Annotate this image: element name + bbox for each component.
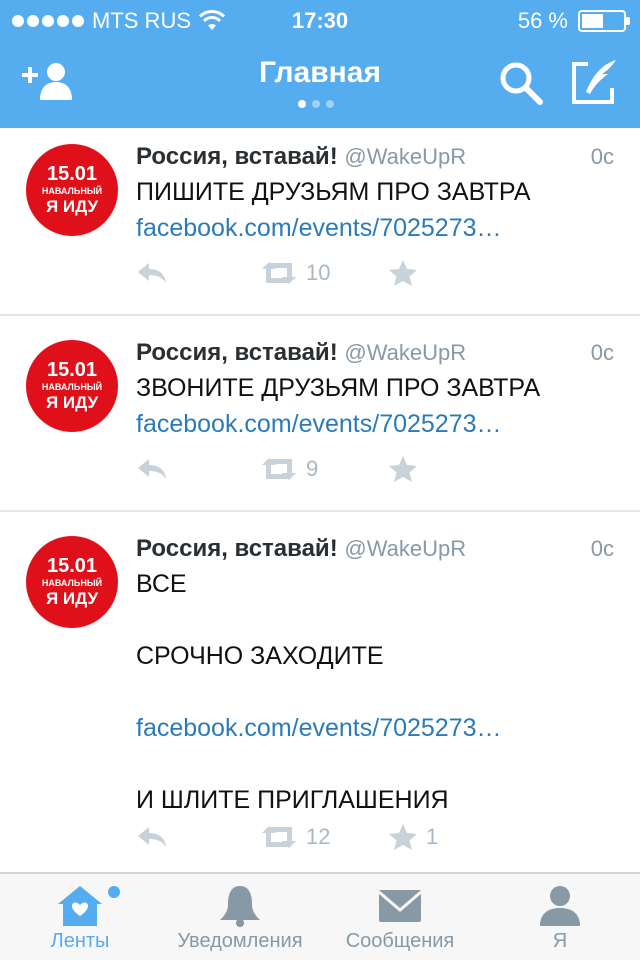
tweet-actions: 10 (136, 258, 616, 288)
tweet-actions: 12 1 (136, 822, 616, 852)
tweet[interactable]: 15.01 НАВАЛЬНЫЙ Я ИДУ Россия, вставай! @… (0, 324, 640, 512)
tweet-link[interactable]: facebook.com/events/7025273… (136, 210, 626, 246)
retweet-button[interactable]: 12 (260, 822, 330, 852)
retweet-button[interactable]: 9 (260, 454, 318, 484)
tweet-line (136, 674, 626, 710)
tweet-line: И ШЛИТЕ ПРИГЛАШЕНИЯ (136, 786, 449, 814)
tweet-line (136, 602, 626, 638)
author-name[interactable]: Россия, вставай! (136, 339, 338, 366)
author-handle[interactable]: @WakeUpR (344, 144, 466, 169)
tweet-header: Россия, вставай! @WakeUpR 0с (136, 338, 620, 368)
tweet-line: ПИШИТЕ ДРУЗЬЯМ ПРО ЗАВТРА (136, 178, 531, 206)
tab-home[interactable]: Ленты (0, 874, 160, 960)
avatar-date: 15.01 (46, 555, 98, 577)
favorite-count: 1 (426, 824, 439, 849)
tweet-link[interactable]: facebook.com/events/7025273… (136, 710, 626, 746)
reply-button[interactable] (136, 454, 168, 484)
tweet-line: ВСЕ (136, 570, 187, 598)
tweet-time: 0с (590, 340, 614, 365)
tab-notifications[interactable]: Уведомления (160, 874, 320, 960)
retweet-icon (262, 458, 296, 480)
page-indicator (298, 100, 334, 108)
retweet-count: 10 (306, 260, 331, 285)
profile-icon (540, 886, 580, 926)
avatar-slogan: Я ИДУ (45, 589, 99, 608)
avatar[interactable]: 15.01 НАВАЛЬНЫЙ Я ИДУ (26, 536, 118, 628)
avatar[interactable]: 15.01 НАВАЛЬНЫЙ Я ИДУ (26, 144, 118, 236)
page-dot (326, 100, 334, 108)
tweet-text: ЗВОНИТЕ ДРУЗЬЯМ ПРО ЗАВТРА facebook.com/… (136, 370, 626, 442)
tab-label: Ленты (50, 930, 110, 952)
page-dot (298, 100, 306, 108)
tweet-text: ПИШИТЕ ДРУЗЬЯМ ПРО ЗАВТРА facebook.com/e… (136, 174, 626, 246)
favorite-button[interactable] (388, 258, 426, 288)
tab-label: Сообщения (345, 930, 455, 952)
bell-icon (220, 886, 260, 927)
avatar[interactable]: 15.01 НАВАЛЬНЫЙ Я ИДУ (26, 340, 118, 432)
avatar-slogan: Я ИДУ (45, 393, 99, 412)
tweet-header: Россия, вставай! @WakeUpR 0с (136, 142, 620, 172)
tweet-header: Россия, вставай! @WakeUpR 0с (136, 534, 620, 564)
tweet-line: СРОЧНО ЗАХОДИТЕ (136, 642, 384, 670)
avatar-slogan: Я ИДУ (45, 197, 99, 216)
page-dot (312, 100, 320, 108)
tweet-text: ВСЕ СРОЧНО ЗАХОДИТЕ facebook.com/events/… (136, 566, 626, 818)
tweet-time: 0с (590, 536, 614, 561)
retweet-count: 9 (306, 456, 319, 481)
tweet[interactable]: 15.01 НАВАЛЬНЫЙ Я ИДУ Россия, вставай! @… (0, 128, 640, 316)
retweet-count: 12 (306, 824, 331, 849)
tweet[interactable]: 15.01 НАВАЛЬНЫЙ Я ИДУ Россия, вставай! @… (0, 520, 640, 872)
header: MTS RUS 17:30 56 % Главная (0, 0, 640, 128)
status-bar: MTS RUS 17:30 56 % (0, 0, 640, 40)
star-icon (389, 824, 417, 850)
star-icon (389, 456, 417, 482)
reply-icon (138, 827, 166, 847)
avatar-name: НАВАЛЬНЫЙ (41, 578, 103, 588)
avatar-name: НАВАЛЬНЫЙ (41, 186, 103, 196)
tweet-actions: 9 (136, 454, 616, 484)
envelope-icon (378, 890, 422, 922)
retweet-button[interactable]: 10 (260, 258, 330, 288)
star-icon (389, 260, 417, 286)
reply-icon (138, 263, 166, 283)
tweet-time: 0с (590, 144, 614, 169)
tab-label: Я (552, 930, 568, 952)
tab-bar: Ленты Уведомления Сообщения Я (0, 872, 640, 960)
avatar-name: НАВАЛЬНЫЙ (41, 382, 103, 392)
avatar-date: 15.01 (46, 359, 98, 381)
author-handle[interactable]: @WakeUpR (344, 536, 466, 561)
new-items-badge (108, 886, 120, 898)
author-name[interactable]: Россия, вставай! (136, 143, 338, 170)
tweet-line (136, 746, 626, 782)
retweet-icon (262, 826, 296, 848)
tweet-link[interactable]: facebook.com/events/7025273… (136, 406, 626, 442)
home-icon (58, 886, 102, 926)
author-handle[interactable]: @WakeUpR (344, 340, 466, 365)
timeline-feed[interactable]: 15.01 НАВАЛЬНЫЙ Я ИДУ Россия, вставай! @… (0, 128, 640, 872)
favorite-button[interactable] (388, 454, 426, 484)
reply-icon (138, 459, 166, 479)
battery-icon (578, 10, 630, 32)
author-name[interactable]: Россия, вставай! (136, 535, 338, 562)
search-icon[interactable] (494, 58, 548, 108)
tweet-line: ЗВОНИТЕ ДРУЗЬЯМ ПРО ЗАВТРА (136, 374, 541, 402)
reply-button[interactable] (136, 258, 168, 288)
battery-level (582, 14, 603, 28)
avatar-date: 15.01 (46, 163, 98, 185)
retweet-icon (262, 262, 296, 284)
tab-messages[interactable]: Сообщения (320, 874, 480, 960)
tab-profile[interactable]: Я (480, 874, 640, 960)
reply-button[interactable] (136, 822, 168, 852)
battery-percent: 56 % (517, 8, 568, 33)
favorite-button[interactable]: 1 (388, 822, 438, 852)
compose-icon[interactable] (568, 58, 622, 108)
tab-label: Уведомления (177, 930, 303, 952)
